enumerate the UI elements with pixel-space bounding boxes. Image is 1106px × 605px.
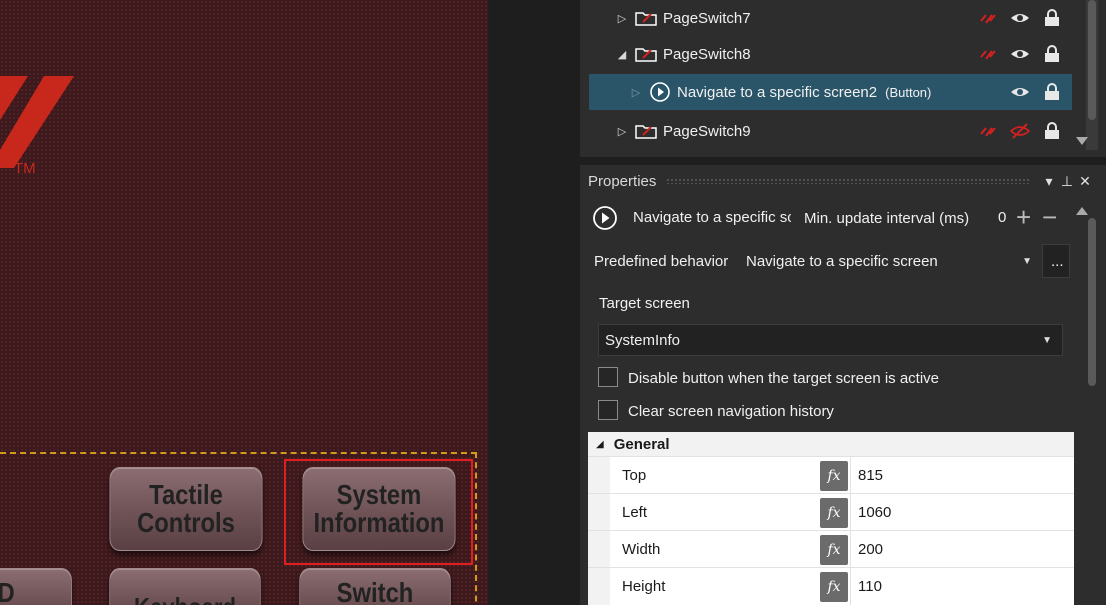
disable-button-label: Disable button when the target screen is…	[628, 370, 940, 387]
lock-icon[interactable]	[1042, 45, 1062, 63]
keyboard-button[interactable]: Keyboard	[109, 568, 261, 605]
expand-arrow-icon[interactable]: ▷	[615, 125, 629, 138]
general-category-header[interactable]: ◢ General	[588, 432, 1074, 456]
tree-item-pageswitch9[interactable]: ▷ PageSwitch9	[589, 113, 1072, 149]
clear-history-label: Clear screen navigation history	[628, 403, 834, 420]
collapse-arrow-icon[interactable]: ◢	[615, 48, 629, 61]
folder-link-icon	[635, 125, 657, 139]
properties-header: Properties ▾ ⊥ ✕	[582, 167, 1094, 195]
lock-icon[interactable]	[1042, 122, 1062, 140]
target-screen-select[interactable]: SystemInfo ▼	[598, 324, 1063, 356]
properties-scrollbar-thumb[interactable]	[1088, 218, 1096, 386]
tree-item-pageswitch7[interactable]: ▷ PageSwitch7	[589, 0, 1072, 36]
property-grid: ◢ General Top fx 815 Left fx 1060 Width …	[588, 432, 1074, 605]
clear-history-checkbox[interactable]	[598, 400, 618, 420]
property-row-top[interactable]: Top fx 815	[588, 456, 1074, 494]
scroll-up-icon[interactable]	[1076, 207, 1088, 215]
tree-item-label: PageSwitch9	[663, 122, 751, 140]
link-icon[interactable]	[978, 122, 998, 140]
property-value-field[interactable]: 815	[850, 457, 883, 494]
target-screen-label: Target screen	[599, 295, 690, 312]
expand-arrow-icon[interactable]: ▷	[615, 12, 629, 25]
expand-arrow-icon[interactable]: ▷	[629, 86, 643, 99]
object-name: Navigate to a specific sc	[633, 209, 791, 226]
visibility-eye-icon[interactable]	[1010, 9, 1030, 27]
switch-button[interactable]: Switch	[299, 568, 451, 605]
header-grip	[666, 178, 1030, 184]
dropdown-arrow-icon[interactable]: ▾	[1040, 173, 1058, 190]
property-value-field[interactable]: 1060	[850, 494, 891, 531]
tree-item-type: (Button)	[885, 84, 932, 100]
panel-divider	[580, 157, 1106, 165]
folder-link-icon	[635, 48, 657, 62]
collapse-triangle-icon[interactable]: ◢	[596, 439, 604, 450]
properties-scrollbar[interactable]	[1086, 218, 1098, 386]
increment-plus-icon[interactable]: +	[1016, 202, 1031, 233]
chevron-down-icon: ▼	[1022, 255, 1032, 267]
lock-icon[interactable]	[1042, 9, 1062, 27]
link-icon[interactable]	[978, 45, 998, 63]
property-value-field[interactable]: 110	[850, 568, 882, 605]
chevron-down-icon: ▼	[1042, 334, 1052, 346]
general-label: General	[613, 435, 670, 453]
pin-icon[interactable]: ⊥	[1058, 173, 1076, 190]
lock-icon[interactable]	[1042, 83, 1062, 101]
play-button-icon	[650, 82, 670, 102]
tree-item-label: PageSwitch8	[663, 45, 751, 63]
fx-expression-button[interactable]: fx	[820, 571, 848, 602]
right-panel: ▷ PageSwitch7 ◢ PageSwitch8 ▷ Navigate t…	[580, 0, 1106, 605]
rd-button[interactable]: RD	[0, 568, 72, 605]
play-button-icon	[593, 206, 617, 230]
link-icon[interactable]	[978, 9, 998, 27]
fx-expression-button[interactable]: fx	[820, 534, 848, 565]
predefined-behavior-label: Predefined behavior	[594, 253, 729, 270]
predefined-behavior-select[interactable]: Navigate to a specific screen ▼	[740, 244, 1042, 278]
min-update-label: Min. update interval (ms)	[804, 210, 970, 227]
hidden-eye-icon[interactable]	[1010, 122, 1030, 140]
tactile-controls-button[interactable]: Tactile Controls	[109, 467, 263, 551]
fx-expression-button[interactable]: fx	[820, 497, 848, 528]
selected-element-outline	[284, 459, 473, 565]
tree-item-pageswitch8[interactable]: ◢ PageSwitch8	[589, 36, 1072, 72]
panel-splitter[interactable]	[490, 0, 580, 605]
ellipsis-button[interactable]: ...	[1042, 244, 1070, 278]
close-icon[interactable]: ✕	[1076, 173, 1094, 190]
scroll-down-icon[interactable]	[1076, 137, 1088, 145]
visibility-eye-icon[interactable]	[1010, 45, 1030, 63]
tree-item-navigate-button[interactable]: ▷ Navigate to a specific screen2 (Button…	[589, 74, 1072, 110]
folder-link-icon	[635, 12, 657, 26]
hmi-design-canvas[interactable]: TM Tactile Controls System Information R…	[0, 0, 490, 605]
tree-item-label: Navigate to a specific screen2	[677, 83, 878, 101]
trademark-mark: TM	[14, 160, 36, 177]
property-row-left[interactable]: Left fx 1060	[588, 493, 1074, 531]
decrement-minus-icon[interactable]: −	[1042, 202, 1057, 233]
property-row-height[interactable]: Height fx 110	[588, 567, 1074, 605]
tree-scrollbar[interactable]	[1086, 0, 1098, 150]
tree-item-label: PageSwitch7	[663, 9, 751, 27]
property-value-field[interactable]: 200	[850, 531, 883, 568]
min-update-value[interactable]: 0	[998, 209, 1006, 226]
property-row-width[interactable]: Width fx 200	[588, 530, 1074, 568]
disable-button-checkbox[interactable]	[598, 367, 618, 387]
tree-scrollbar-thumb[interactable]	[1088, 0, 1096, 120]
fx-expression-button[interactable]: fx	[820, 460, 848, 491]
visibility-eye-icon[interactable]	[1010, 83, 1030, 101]
brand-logo	[0, 76, 74, 168]
properties-title: Properties	[588, 172, 657, 190]
